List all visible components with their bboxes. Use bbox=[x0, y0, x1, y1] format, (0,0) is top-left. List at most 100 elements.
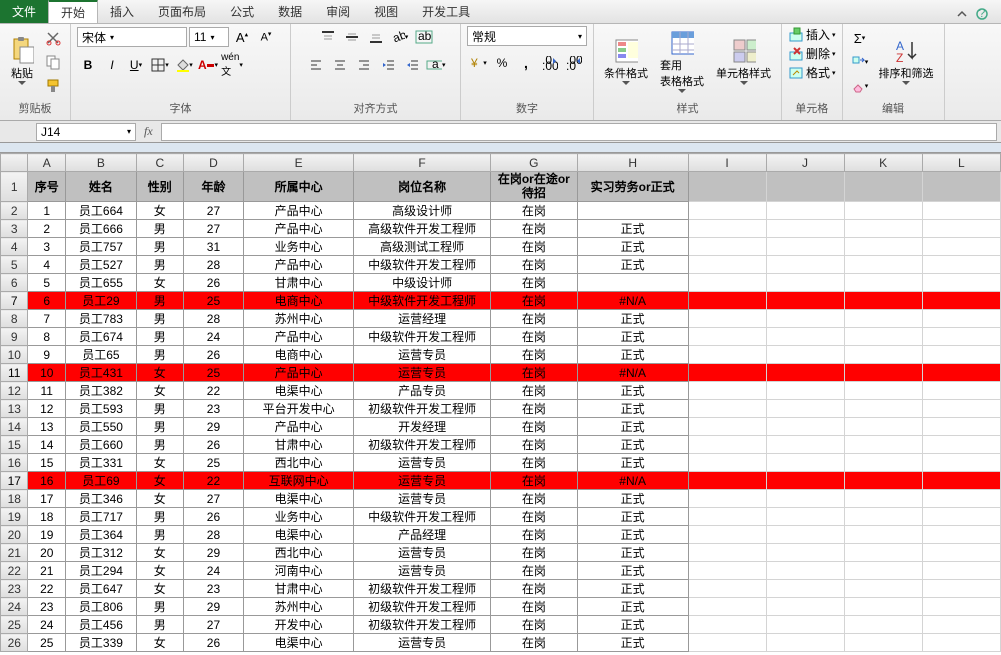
data-cell[interactable]: 员工346 bbox=[66, 490, 137, 508]
data-cell[interactable]: 在岗 bbox=[490, 310, 577, 328]
tab-7[interactable]: 开发工具 bbox=[410, 0, 482, 23]
column-header[interactable]: A bbox=[28, 154, 66, 172]
row-header[interactable]: 4 bbox=[1, 238, 28, 256]
data-cell[interactable]: 29 bbox=[183, 544, 243, 562]
data-cell[interactable]: 17 bbox=[28, 490, 66, 508]
data-cell[interactable]: 正式 bbox=[577, 256, 688, 274]
bold-button[interactable]: B bbox=[77, 54, 99, 76]
column-header[interactable]: F bbox=[354, 154, 491, 172]
data-cell[interactable]: 员工294 bbox=[66, 562, 137, 580]
row-header[interactable]: 5 bbox=[1, 256, 28, 274]
row-header[interactable]: 7 bbox=[1, 292, 28, 310]
data-cell[interactable]: 8 bbox=[28, 328, 66, 346]
data-cell[interactable]: 男 bbox=[136, 436, 183, 454]
data-cell[interactable]: 25 bbox=[28, 634, 66, 652]
data-cell[interactable]: 男 bbox=[136, 418, 183, 436]
data-cell[interactable]: 业务中心 bbox=[244, 238, 354, 256]
row-header[interactable]: 14 bbox=[1, 418, 28, 436]
tab-0[interactable]: 开始 bbox=[48, 0, 98, 23]
data-cell[interactable]: 员工312 bbox=[66, 544, 137, 562]
row-header[interactable]: 6 bbox=[1, 274, 28, 292]
data-cell[interactable]: 员工674 bbox=[66, 328, 137, 346]
data-cell[interactable] bbox=[577, 202, 688, 220]
data-cell[interactable]: 男 bbox=[136, 400, 183, 418]
data-cell[interactable]: 电渠中心 bbox=[244, 382, 354, 400]
data-cell[interactable]: 产品经理 bbox=[354, 526, 491, 544]
data-cell[interactable]: 正式 bbox=[577, 526, 688, 544]
data-cell[interactable]: 11 bbox=[28, 382, 66, 400]
data-cell[interactable]: 产品专员 bbox=[354, 382, 491, 400]
data-cell[interactable]: 男 bbox=[136, 616, 183, 634]
data-cell[interactable]: 高级测试工程师 bbox=[354, 238, 491, 256]
data-cell[interactable]: 女 bbox=[136, 490, 183, 508]
data-cell[interactable]: 在岗 bbox=[490, 346, 577, 364]
data-cell[interactable]: 开发经理 bbox=[354, 418, 491, 436]
increase-indent-button[interactable] bbox=[401, 54, 423, 76]
data-cell[interactable]: 电渠中心 bbox=[244, 526, 354, 544]
tab-2[interactable]: 页面布局 bbox=[146, 0, 218, 23]
data-cell[interactable]: 女 bbox=[136, 454, 183, 472]
data-cell[interactable]: 在岗 bbox=[490, 400, 577, 418]
data-cell[interactable]: 15 bbox=[28, 454, 66, 472]
data-cell[interactable]: 初级软件开发工程师 bbox=[354, 400, 491, 418]
help-icon[interactable]: ? bbox=[973, 5, 991, 23]
data-cell[interactable]: 员工456 bbox=[66, 616, 137, 634]
data-cell[interactable]: 在岗 bbox=[490, 472, 577, 490]
data-cell[interactable]: 男 bbox=[136, 346, 183, 364]
conditional-format-button[interactable]: 条件格式 bbox=[600, 37, 652, 87]
data-cell[interactable]: 1 bbox=[28, 202, 66, 220]
data-cell[interactable]: 西北中心 bbox=[244, 454, 354, 472]
data-cell[interactable]: 中级软件开发工程师 bbox=[354, 292, 491, 310]
data-cell[interactable]: 员工757 bbox=[66, 238, 137, 256]
spreadsheet-grid[interactable]: ABCDEFGHIJKL1序号姓名性别年龄所属中心岗位名称在岗or在途or待招实… bbox=[0, 153, 1001, 655]
data-cell[interactable]: 员工29 bbox=[66, 292, 137, 310]
data-cell[interactable]: 在岗 bbox=[490, 580, 577, 598]
column-header[interactable]: J bbox=[766, 154, 844, 172]
decrease-font-button[interactable]: A▾ bbox=[255, 26, 277, 48]
data-cell[interactable]: 18 bbox=[28, 508, 66, 526]
data-cell[interactable]: 女 bbox=[136, 634, 183, 652]
row-header[interactable]: 1 bbox=[1, 172, 28, 202]
row-header[interactable]: 13 bbox=[1, 400, 28, 418]
data-cell[interactable]: 女 bbox=[136, 364, 183, 382]
row-header[interactable]: 19 bbox=[1, 508, 28, 526]
decrease-indent-button[interactable] bbox=[377, 54, 399, 76]
data-cell[interactable]: 运营专员 bbox=[354, 472, 491, 490]
data-cell[interactable]: 甘肃中心 bbox=[244, 580, 354, 598]
paste-button[interactable]: 粘贴 bbox=[6, 37, 38, 87]
name-box[interactable]: J14 ▾ bbox=[36, 123, 136, 141]
data-cell[interactable]: 在岗 bbox=[490, 274, 577, 292]
header-cell[interactable]: 所属中心 bbox=[244, 172, 354, 202]
data-cell[interactable]: 2 bbox=[28, 220, 66, 238]
data-cell[interactable]: 高级软件开发工程师 bbox=[354, 220, 491, 238]
column-header[interactable]: C bbox=[136, 154, 183, 172]
header-cell[interactable]: 年龄 bbox=[183, 172, 243, 202]
number-format-combo[interactable]: 常规▾ bbox=[467, 26, 587, 46]
align-left-button[interactable] bbox=[305, 54, 327, 76]
data-cell[interactable]: 中级软件开发工程师 bbox=[354, 256, 491, 274]
data-cell[interactable]: 正式 bbox=[577, 454, 688, 472]
column-header[interactable]: E bbox=[244, 154, 354, 172]
data-cell[interactable]: 员工783 bbox=[66, 310, 137, 328]
insert-cells-button[interactable]: 插入▾ bbox=[788, 26, 836, 43]
data-cell[interactable]: 在岗 bbox=[490, 418, 577, 436]
align-top-button[interactable] bbox=[317, 26, 339, 48]
row-header[interactable]: 23 bbox=[1, 580, 28, 598]
data-cell[interactable]: 电渠中心 bbox=[244, 634, 354, 652]
data-cell[interactable]: 在岗 bbox=[490, 328, 577, 346]
data-cell[interactable]: 26 bbox=[183, 436, 243, 454]
data-cell[interactable]: 26 bbox=[183, 508, 243, 526]
font-size-combo[interactable]: 11▾ bbox=[189, 27, 229, 47]
data-cell[interactable]: 西北中心 bbox=[244, 544, 354, 562]
data-cell[interactable]: 女 bbox=[136, 562, 183, 580]
data-cell[interactable]: 员工593 bbox=[66, 400, 137, 418]
data-cell[interactable]: 正式 bbox=[577, 418, 688, 436]
select-all-corner[interactable] bbox=[1, 154, 28, 172]
data-cell[interactable]: 24 bbox=[28, 616, 66, 634]
data-cell[interactable]: 员工655 bbox=[66, 274, 137, 292]
data-cell[interactable]: 电商中心 bbox=[244, 292, 354, 310]
data-cell[interactable]: 正式 bbox=[577, 220, 688, 238]
data-cell[interactable]: 20 bbox=[28, 544, 66, 562]
tab-5[interactable]: 审阅 bbox=[314, 0, 362, 23]
data-cell[interactable]: 苏州中心 bbox=[244, 598, 354, 616]
